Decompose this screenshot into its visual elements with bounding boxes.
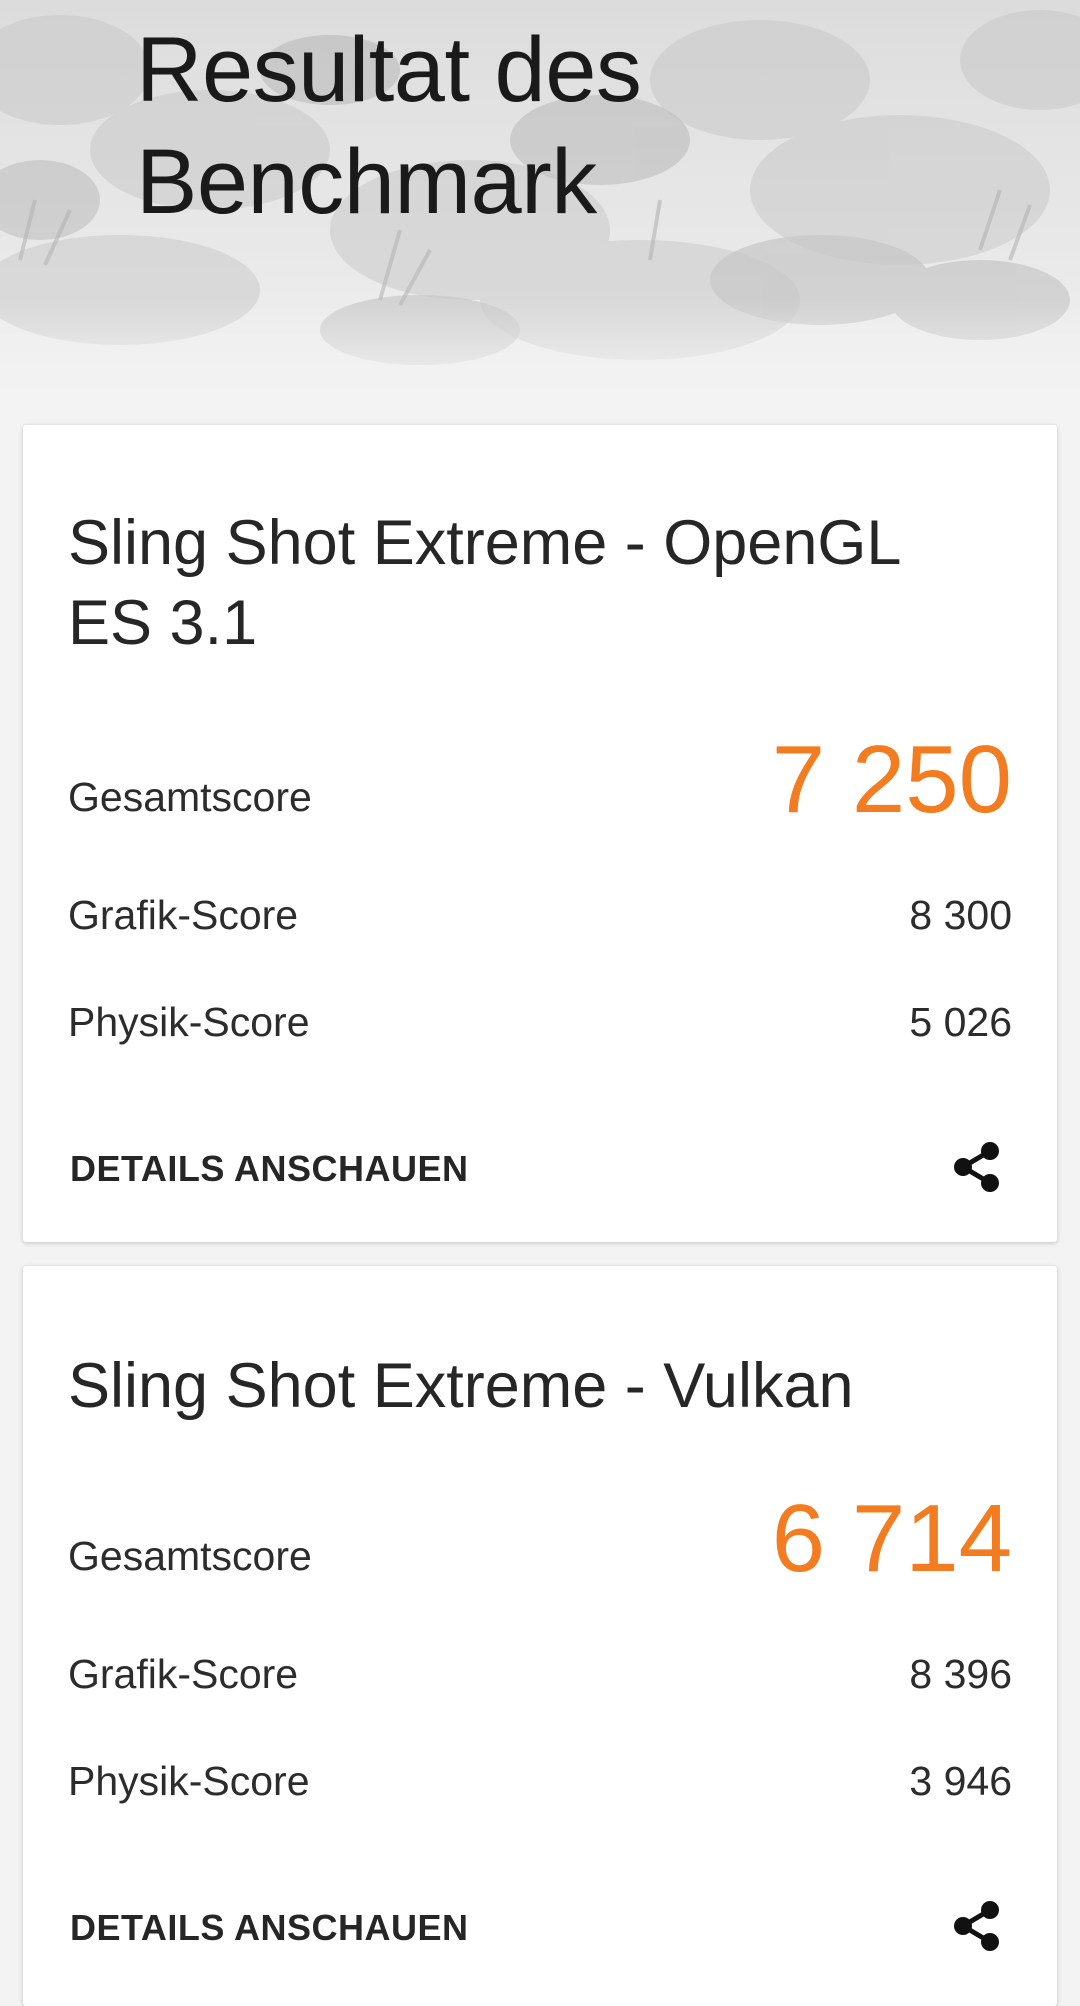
share-button[interactable] xyxy=(947,1896,1007,1956)
card-title-line-2: ES 3.1 xyxy=(68,588,258,658)
overall-score-label: Gesamtscore xyxy=(68,1533,312,1579)
overall-score-value: 6 714 xyxy=(771,1485,1012,1592)
share-icon xyxy=(954,1901,999,1951)
page-title: Resultat des Benchmark xyxy=(136,14,642,238)
result-card-vulkan: Sling Shot Extreme - Vulkan Gesamtscore … xyxy=(23,1266,1057,2006)
physics-score-label: Physik-Score xyxy=(68,999,310,1045)
overall-score-value: 7 250 xyxy=(771,726,1012,833)
card-title-line-1: Sling Shot Extreme - Vulkan xyxy=(68,1351,854,1421)
physics-score-value: 5 026 xyxy=(909,999,1012,1045)
physics-score-value: 3 946 xyxy=(909,1758,1012,1804)
card-title: Sling Shot Extreme - OpenGL ES 3.1 xyxy=(68,503,901,663)
graphics-score-value: 8 396 xyxy=(909,1651,1012,1697)
view-details-button[interactable]: DETAILS ANSCHAUEN xyxy=(70,1906,469,1950)
graphics-score-label: Grafik-Score xyxy=(68,1651,299,1697)
page-title-line-1: Resultat des xyxy=(136,19,642,121)
graphics-score-label: Grafik-Score xyxy=(68,892,299,938)
card-title: Sling Shot Extreme - Vulkan xyxy=(68,1346,854,1426)
overall-score-label: Gesamtscore xyxy=(68,774,312,820)
header-banner: Resultat des Benchmark xyxy=(0,0,1080,402)
page-title-line-2: Benchmark xyxy=(136,131,597,233)
physics-score-label: Physik-Score xyxy=(68,1758,310,1804)
view-details-button[interactable]: DETAILS ANSCHAUEN xyxy=(70,1147,469,1191)
share-icon xyxy=(954,1142,999,1192)
share-button[interactable] xyxy=(947,1137,1007,1197)
card-title-line-1: Sling Shot Extreme - OpenGL xyxy=(68,508,902,578)
graphics-score-value: 8 300 xyxy=(909,892,1012,938)
result-card-opengl: Sling Shot Extreme - OpenGL ES 3.1 Gesam… xyxy=(23,425,1057,1242)
